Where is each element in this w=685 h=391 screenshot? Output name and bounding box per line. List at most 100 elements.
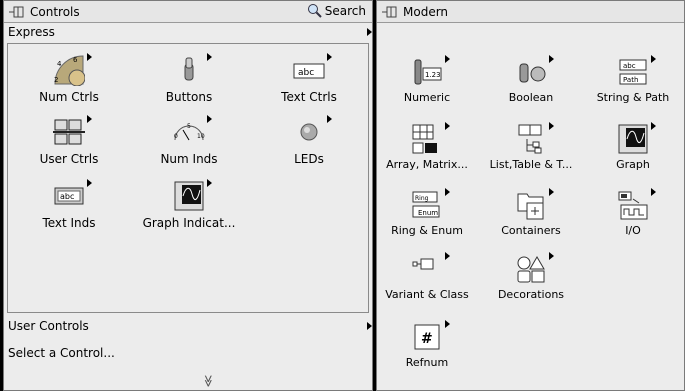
- express-item-graph-indicators[interactable]: Graph Indicat...: [134, 179, 244, 230]
- select-a-control-label: Select a Control...: [8, 346, 115, 360]
- decorations-icon: [515, 252, 554, 285]
- submenu-arrow-icon: [651, 188, 656, 196]
- string-path-icon: abc Path: [617, 55, 656, 88]
- express-subpalette: 4 6 2 Num Ctrls Buttons abc Text Ctrls Use…: [7, 43, 369, 313]
- expand-more-icon[interactable]: ≫: [201, 375, 215, 388]
- modern-item-label: Boolean: [508, 91, 554, 104]
- express-item-buttons[interactable]: Buttons: [134, 53, 244, 104]
- modern-item-label: Decorations: [497, 288, 565, 301]
- submenu-arrow-icon: [445, 55, 450, 63]
- numeric-control-knob-icon: 4 6 2: [53, 53, 92, 87]
- submenu-arrow-icon: [207, 115, 212, 123]
- controls-palette: Controls Search Express 4 6 2 Num Ctrls Bu…: [3, 0, 373, 391]
- modern-item-array-matrix[interactable]: Array, Matrix...: [377, 122, 477, 171]
- express-item-label: Num Inds: [160, 152, 218, 166]
- modern-item-string-path[interactable]: abc Path String & Path: [583, 55, 683, 104]
- led-icon: [293, 115, 332, 148]
- submenu-arrow-icon: [327, 115, 332, 123]
- modern-item-list-table-tree[interactable]: List,Table & T...: [481, 122, 581, 171]
- toggle-switch-icon: [173, 53, 212, 86]
- modern-item-boolean[interactable]: Boolean: [481, 55, 581, 104]
- enum-icon-text: Enum: [418, 209, 438, 217]
- palette-title: Modern: [403, 4, 449, 19]
- user-controls-category[interactable]: User Controls: [4, 317, 372, 335]
- list-table-tree-icon: [515, 122, 554, 155]
- palette-title: Controls: [30, 4, 80, 19]
- text-ind-text: abc: [60, 192, 74, 201]
- refnum-icon-text: #: [421, 331, 433, 347]
- ring-icon-text: Ring: [415, 195, 429, 202]
- user-controls-label: User Controls: [8, 319, 89, 333]
- submenu-arrow-icon: [445, 188, 450, 196]
- graph-indicator-icon: [173, 179, 212, 212]
- modern-item-label: I/O: [625, 224, 641, 237]
- gauge-mid-text: 5: [187, 123, 191, 130]
- modern-item-numeric[interactable]: 1.23 Numeric: [377, 55, 477, 104]
- modern-item-label: String & Path: [596, 91, 670, 104]
- modern-item-variant-class[interactable]: Variant & Class: [377, 252, 477, 301]
- knob-low-text: 2: [54, 76, 58, 84]
- knob-min-text: 4: [57, 60, 62, 68]
- submenu-arrow-icon: [87, 53, 92, 61]
- express-item-user-ctrls[interactable]: User Ctrls: [14, 115, 124, 166]
- submenu-arrow-icon: [207, 179, 212, 187]
- modern-item-label: Containers: [501, 224, 561, 237]
- submenu-arrow-icon: [549, 55, 554, 63]
- modern-palette: Modern 1.23 Numeric Boolean abc Path Stri…: [376, 0, 685, 391]
- modern-titlebar: Modern: [377, 1, 684, 23]
- modern-item-ring-enum[interactable]: Ring Enum Ring & Enum: [377, 188, 477, 237]
- path-icon-text: Path: [623, 76, 638, 84]
- express-label: Express: [8, 25, 55, 39]
- text-ctrl-text: abc: [298, 68, 314, 78]
- select-a-control-item[interactable]: Select a Control...: [4, 344, 372, 362]
- submenu-arrow-icon: [87, 115, 92, 123]
- express-item-label: LEDs: [294, 152, 324, 166]
- text-control-icon: abc: [293, 53, 332, 86]
- search-button[interactable]: Search: [307, 3, 366, 19]
- submenu-arrow-icon: [367, 28, 372, 36]
- modern-item-graph[interactable]: Graph: [583, 122, 683, 171]
- submenu-arrow-icon: [651, 55, 656, 63]
- submenu-arrow-icon: [549, 122, 554, 130]
- submenu-arrow-icon: [445, 122, 450, 130]
- express-item-text-inds[interactable]: abc Text Inds: [14, 179, 124, 230]
- submenu-arrow-icon: [549, 188, 554, 196]
- submenu-arrow-icon: [327, 53, 332, 61]
- express-item-text-ctrls[interactable]: abc Text Ctrls: [254, 53, 364, 104]
- modern-item-label: Ring & Enum: [391, 224, 463, 237]
- gauge-high-text: 10: [197, 133, 205, 140]
- modern-item-refnum[interactable]: # Refnum: [377, 320, 477, 369]
- submenu-arrow-icon: [445, 252, 450, 260]
- express-category[interactable]: Express: [4, 23, 372, 41]
- express-item-label: Buttons: [165, 90, 213, 104]
- express-item-label: Text Inds: [42, 216, 96, 230]
- gauge-indicator-icon: 0 5 10: [173, 115, 212, 148]
- graph-icon: [617, 122, 656, 155]
- express-item-label: Text Ctrls: [281, 90, 337, 104]
- pin-icon[interactable]: [8, 5, 26, 19]
- knob-max-text: 6: [73, 56, 78, 64]
- modern-item-io[interactable]: I/O: [583, 188, 683, 237]
- modern-item-label: Graph: [616, 158, 650, 171]
- modern-item-label: List,Table & T...: [489, 158, 573, 171]
- modern-item-label: Refnum: [405, 356, 449, 369]
- submenu-arrow-icon: [445, 320, 450, 328]
- numeric-icon-text: 1.23: [425, 71, 441, 79]
- submenu-arrow-icon: [207, 53, 212, 61]
- modern-item-decorations[interactable]: Decorations: [481, 252, 581, 301]
- modern-item-containers[interactable]: Containers: [481, 188, 581, 237]
- modern-item-label: Variant & Class: [385, 288, 469, 301]
- boolean-icon: [515, 55, 554, 88]
- pin-icon[interactable]: [381, 5, 399, 19]
- search-icon: [307, 4, 322, 18]
- user-controls-icon: [53, 115, 92, 148]
- search-label: Search: [324, 4, 366, 18]
- gauge-low-text: 0: [174, 133, 178, 140]
- express-item-leds[interactable]: LEDs: [254, 115, 364, 166]
- modern-item-label: Array, Matrix...: [386, 158, 468, 171]
- express-item-num-inds[interactable]: 0 5 10 Num Inds: [134, 115, 244, 166]
- express-item-label: Num Ctrls: [39, 90, 99, 104]
- express-item-num-ctrls[interactable]: 4 6 2 Num Ctrls: [14, 53, 124, 104]
- submenu-arrow-icon: [367, 322, 372, 330]
- numeric-icon: 1.23: [411, 55, 450, 88]
